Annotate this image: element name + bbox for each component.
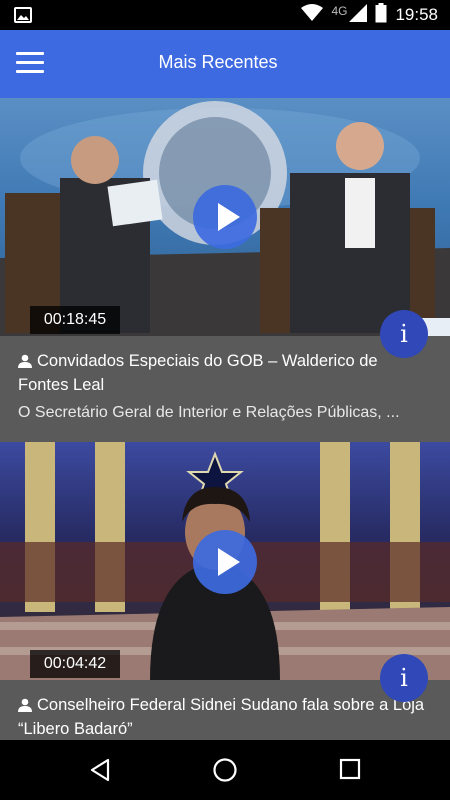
image-notification-icon — [14, 7, 32, 28]
video-title-text: Convidados Especiais do GOB – Walderico … — [18, 352, 378, 394]
person-icon — [18, 696, 32, 718]
cell-signal-icon — [349, 3, 368, 27]
battery-icon — [375, 2, 387, 28]
video-thumbnail[interactable]: 00:04:42 — [0, 442, 450, 680]
video-description: O Secretário Geral de Interior e Relaçõe… — [18, 404, 400, 421]
video-feed[interactable]: 00:18:45 i Convidados Especiais do GOB –… — [0, 98, 450, 740]
video-title[interactable]: Conselheiro Federal Sidnei Sudano fala s… — [18, 694, 432, 740]
status-bar: 4G 19:58 — [0, 0, 450, 30]
video-caption[interactable]: Convidados Especiais do GOB – Walderico … — [0, 336, 450, 442]
video-duration: 00:18:45 — [30, 306, 120, 334]
video-card[interactable]: 00:18:45 i Convidados Especiais do GOB –… — [0, 98, 450, 442]
video-duration: 00:04:42 — [30, 650, 120, 678]
video-card[interactable]: 00:04:42 i Conselheiro Federal Sidnei Su… — [0, 442, 450, 740]
network-type-label: 4G — [331, 4, 348, 18]
play-button[interactable] — [193, 185, 257, 249]
back-icon[interactable] — [88, 757, 112, 788]
info-button[interactable]: i — [380, 654, 428, 702]
wifi-icon — [301, 3, 324, 27]
app-bar: Mais Recentes — [0, 30, 450, 98]
video-title[interactable]: Convidados Especiais do GOB – Walderico … — [18, 350, 432, 396]
info-button[interactable]: i — [380, 310, 428, 358]
video-title-text: Conselheiro Federal Sidnei Sudano fala s… — [18, 696, 425, 738]
video-thumbnail[interactable]: 00:18:45 — [0, 98, 450, 336]
home-icon[interactable] — [212, 757, 238, 788]
recents-icon[interactable] — [338, 757, 362, 786]
navigation-bar — [0, 740, 450, 800]
play-button[interactable] — [193, 530, 257, 594]
page-title: Mais Recentes — [158, 52, 278, 72]
person-icon — [18, 352, 32, 374]
status-time: 19:58 — [395, 5, 438, 24]
